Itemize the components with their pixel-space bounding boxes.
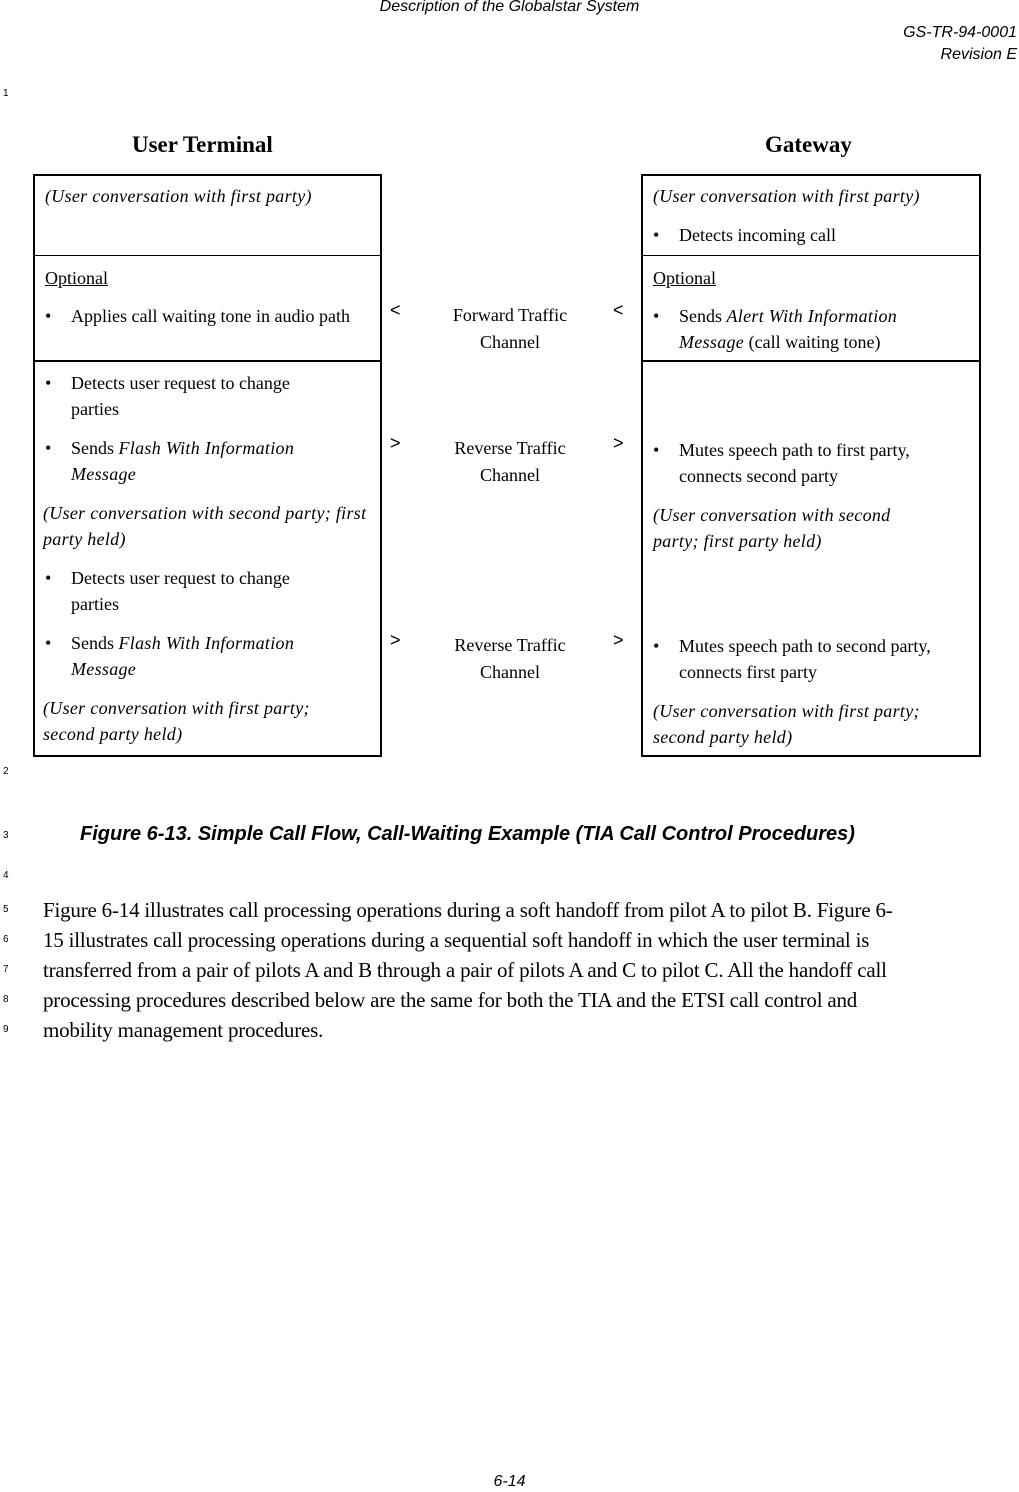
line-number: 9 <box>3 1024 9 1035</box>
line-number: 5 <box>3 904 9 915</box>
line-number: 8 <box>3 994 9 1005</box>
ut-row-1: (User conversation with first party) <box>35 183 380 209</box>
document-id-block: GS-TR-94-0001 Revision E <box>903 22 1017 66</box>
gw-bullet-mute-second: • Mutes speech path to second party, con… <box>653 633 979 685</box>
user-terminal-title: User Terminal <box>132 132 273 157</box>
gw-row-2: Optional • Sends Alert With Information … <box>643 255 979 355</box>
line-number: 6 <box>3 934 9 945</box>
paragraph-line: Figure 6-14 illustrates call processing … <box>43 898 893 922</box>
line-number: 7 <box>3 964 9 975</box>
ut-optional-label: Optional <box>45 268 108 288</box>
ut-bullet-detect-change-1: • Detects user request to change parties <box>45 370 380 422</box>
page-number: 6-14 <box>493 1473 526 1490</box>
paragraph-line: transferred from a pair of pilots A and … <box>43 958 887 982</box>
gw-row-1: (User conversation with first party) • D… <box>643 183 979 248</box>
gw-conversation-first-party: (User conversation with first party) <box>653 186 920 206</box>
ut-row-2: Optional • Applies call waiting tone in … <box>35 255 380 329</box>
gw-bullet-detect-incoming: • Detects incoming call <box>653 222 979 248</box>
figure-caption: Figure 6-13. Simple Call Flow, Call-Wait… <box>80 823 855 845</box>
ut-row-3: • Detects user request to change parties… <box>35 360 380 747</box>
bullet-icon: • <box>653 636 660 656</box>
bullet-icon: • <box>653 225 660 245</box>
paragraph-line: processing procedures described below ar… <box>43 988 858 1012</box>
running-header-title: Description of the Globalstar System <box>379 0 640 15</box>
ut-bullet-send-flash-1: • Sends Flash With Information Message <box>45 435 380 487</box>
user-terminal-box: (User conversation with first party) Opt… <box>33 174 382 757</box>
line-number: 2 <box>3 766 9 777</box>
message-reverse-traffic-channel-2: Reverse Traffic Channel <box>454 635 566 682</box>
gw-conversation-second-party: (User conversation with second party; fi… <box>653 505 891 551</box>
arrow-right-icon: > <box>390 630 401 650</box>
arrow-right-icon: > <box>613 630 624 650</box>
gw-optional-label: Optional <box>653 268 716 288</box>
gw-bullet-send-alert: • Sends Alert With Information Message (… <box>653 303 979 355</box>
paragraph-line: mobility management procedures. <box>43 1018 324 1042</box>
body-paragraph: Figure 6-14 illustrates call processing … <box>43 895 1018 1045</box>
message-forward-traffic-channel: Forward Traffic Channel <box>452 305 568 352</box>
bullet-icon: • <box>653 306 660 326</box>
bullet-icon: • <box>653 440 660 460</box>
gw-conversation-first-party-held: (User conversation with first party; sec… <box>653 701 920 747</box>
paragraph-line: 15 illustrates call processing operation… <box>43 928 870 952</box>
ut-conversation-second-party: (User conversation with second party; fi… <box>43 503 367 549</box>
message-reverse-traffic-channel-1: Reverse Traffic Channel <box>454 438 566 485</box>
ut-conversation-first-party: (User conversation with first party) <box>45 186 312 206</box>
line-number: 1 <box>3 88 9 99</box>
revision-label: Revision E <box>940 46 1017 63</box>
bullet-icon: • <box>45 568 52 588</box>
bullet-icon: • <box>45 306 52 326</box>
line-number: 3 <box>3 830 9 841</box>
bullet-icon: • <box>45 373 52 393</box>
gateway-box: (User conversation with first party) • D… <box>641 174 981 757</box>
ut-bullet-call-waiting-tone: • Applies call waiting tone in audio pat… <box>45 303 380 329</box>
bullet-icon: • <box>45 438 52 458</box>
ut-bullet-detect-change-2: • Detects user request to change parties <box>45 565 380 617</box>
ut-conversation-first-party-held: (User conversation with first party; sec… <box>43 698 310 744</box>
ut-bullet-send-flash-2: • Sends Flash With Information Message <box>45 630 380 682</box>
arrow-left-icon: < <box>390 300 401 320</box>
gateway-title: Gateway <box>765 132 852 157</box>
line-number: 4 <box>3 870 9 881</box>
bullet-icon: • <box>45 633 52 653</box>
gw-row-3: • Mutes speech path to first party, conn… <box>643 360 979 750</box>
document-number: GS-TR-94-0001 <box>903 24 1017 41</box>
arrow-left-icon: < <box>613 300 624 320</box>
gw-bullet-mute-first: • Mutes speech path to first party, conn… <box>653 437 979 489</box>
arrow-right-icon: > <box>390 433 401 453</box>
arrow-right-icon: > <box>613 433 624 453</box>
